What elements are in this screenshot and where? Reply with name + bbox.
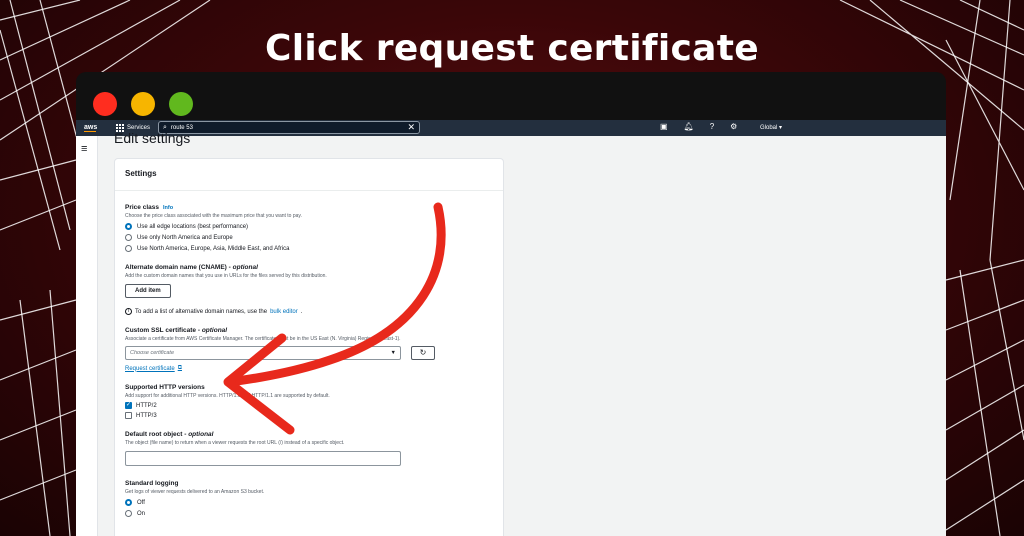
root-object-desc: The object (file name) to return when a … — [125, 440, 345, 446]
price-option-na-eu[interactable]: Use only North America and Europe — [125, 234, 493, 241]
logging-off[interactable]: Off — [125, 499, 493, 506]
info-icon: i — [125, 308, 132, 315]
price-class-label: Price class Info — [125, 204, 174, 211]
info-link[interactable]: Info — [163, 205, 173, 211]
bulk-editor-link[interactable]: bulk editor — [270, 309, 298, 315]
cname-desc: Add the custom domain names that you use… — [125, 273, 327, 279]
cname-label: Alternate domain name (CNAME) - optional — [125, 264, 258, 271]
logging-on[interactable]: On — [125, 510, 493, 517]
add-item-button[interactable]: Add item — [125, 284, 171, 298]
price-option-all[interactable]: Use all edge locations (best performance… — [125, 223, 493, 230]
http-versions-desc: Add support for additional HTTP versions… — [125, 393, 330, 399]
http2-checkbox[interactable]: ✓ HTTP/2 — [125, 402, 493, 409]
checkbox-checked[interactable]: ✓ — [125, 402, 132, 409]
price-class-desc: Choose the price class associated with t… — [125, 213, 302, 219]
menu-icon[interactable]: ≡ — [81, 143, 87, 155]
price-option-na-eu-asia[interactable]: Use North America, Europe, Asia, Middle … — [125, 245, 493, 252]
search-input[interactable]: ⌕ route 53 ✕ — [158, 121, 420, 134]
radio[interactable] — [125, 510, 132, 517]
radio-selected[interactable] — [125, 223, 132, 230]
clear-search-icon[interactable]: ✕ — [407, 122, 415, 133]
help-icon[interactable]: ? — [710, 122, 714, 131]
settings-panel: Settings Price class Info Choose the pric… — [114, 158, 504, 536]
browser-window: aws Services ⌕ route 53 ✕ ▣ 🔔︎ ? ⚙ Globa… — [76, 72, 946, 536]
radio-selected[interactable] — [125, 499, 132, 506]
bulk-editor-note: i To add a list of alternative domain na… — [125, 308, 493, 315]
close-window-button[interactable] — [93, 92, 117, 116]
ssl-desc: Associate a certificate from AWS Certifi… — [125, 336, 401, 342]
console-content: ≡ Edit settings Settings Price class Info… — [76, 130, 946, 536]
logging-label: Standard logging — [125, 480, 179, 487]
aws-logo[interactable]: aws — [84, 124, 102, 132]
request-certificate-link[interactable]: Request certificate ⧉ — [125, 365, 493, 372]
certificate-select[interactable]: Choose certificate ▼ — [125, 346, 401, 360]
cloudshell-icon[interactable]: ▣ — [660, 122, 668, 131]
page-title: Edit settings — [114, 130, 191, 146]
radio[interactable] — [125, 234, 132, 241]
aws-top-nav: aws Services ⌕ route 53 ✕ ▣ 🔔︎ ? ⚙ Globa… — [76, 120, 946, 136]
root-object-input[interactable] — [125, 451, 401, 466]
gear-icon[interactable]: ⚙ — [730, 122, 737, 131]
ssl-label: Custom SSL certificate - optional — [125, 327, 228, 334]
settings-header: Settings — [115, 159, 503, 191]
refresh-icon[interactable]: ↻ — [411, 346, 435, 360]
video-headline: Click request certificate — [265, 28, 759, 69]
radio[interactable] — [125, 245, 132, 252]
external-link-icon: ⧉ — [177, 365, 182, 371]
checkbox[interactable] — [125, 412, 132, 419]
logging-desc: Get logs of viewer requests delivered to… — [125, 489, 265, 495]
bell-icon[interactable]: 🔔︎ — [684, 122, 694, 131]
region-selector[interactable]: Global ▾ — [760, 124, 782, 131]
http3-checkbox[interactable]: HTTP/3 — [125, 412, 493, 419]
sidebar-collapsed: ≡ — [76, 136, 98, 536]
maximize-window-button[interactable] — [169, 92, 193, 116]
caret-down-icon: ▼ — [390, 350, 396, 356]
http-versions-label: Supported HTTP versions — [125, 384, 205, 391]
root-object-label: Default root object - optional — [125, 431, 214, 438]
minimize-window-button[interactable] — [131, 92, 155, 116]
